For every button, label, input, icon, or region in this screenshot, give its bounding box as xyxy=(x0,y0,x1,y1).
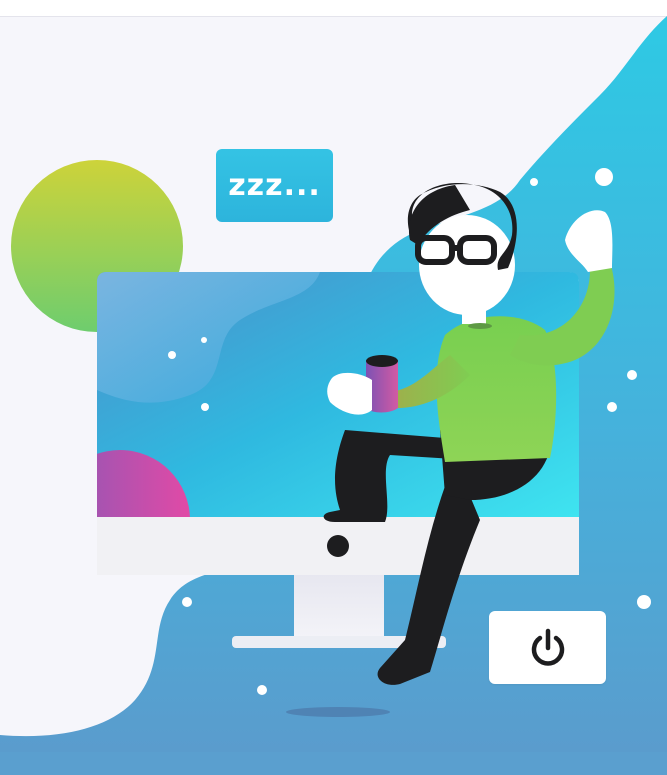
error-page-illustration: zzz... xyxy=(0,0,667,775)
monitor-logo-dot xyxy=(327,535,349,557)
power-button[interactable] xyxy=(489,611,606,684)
power-icon xyxy=(531,628,564,666)
sleep-badge-text: zzz... xyxy=(228,168,321,203)
bottom-bar xyxy=(0,752,667,775)
sleep-badge: zzz... xyxy=(216,149,333,222)
monitor-stand xyxy=(294,575,384,637)
